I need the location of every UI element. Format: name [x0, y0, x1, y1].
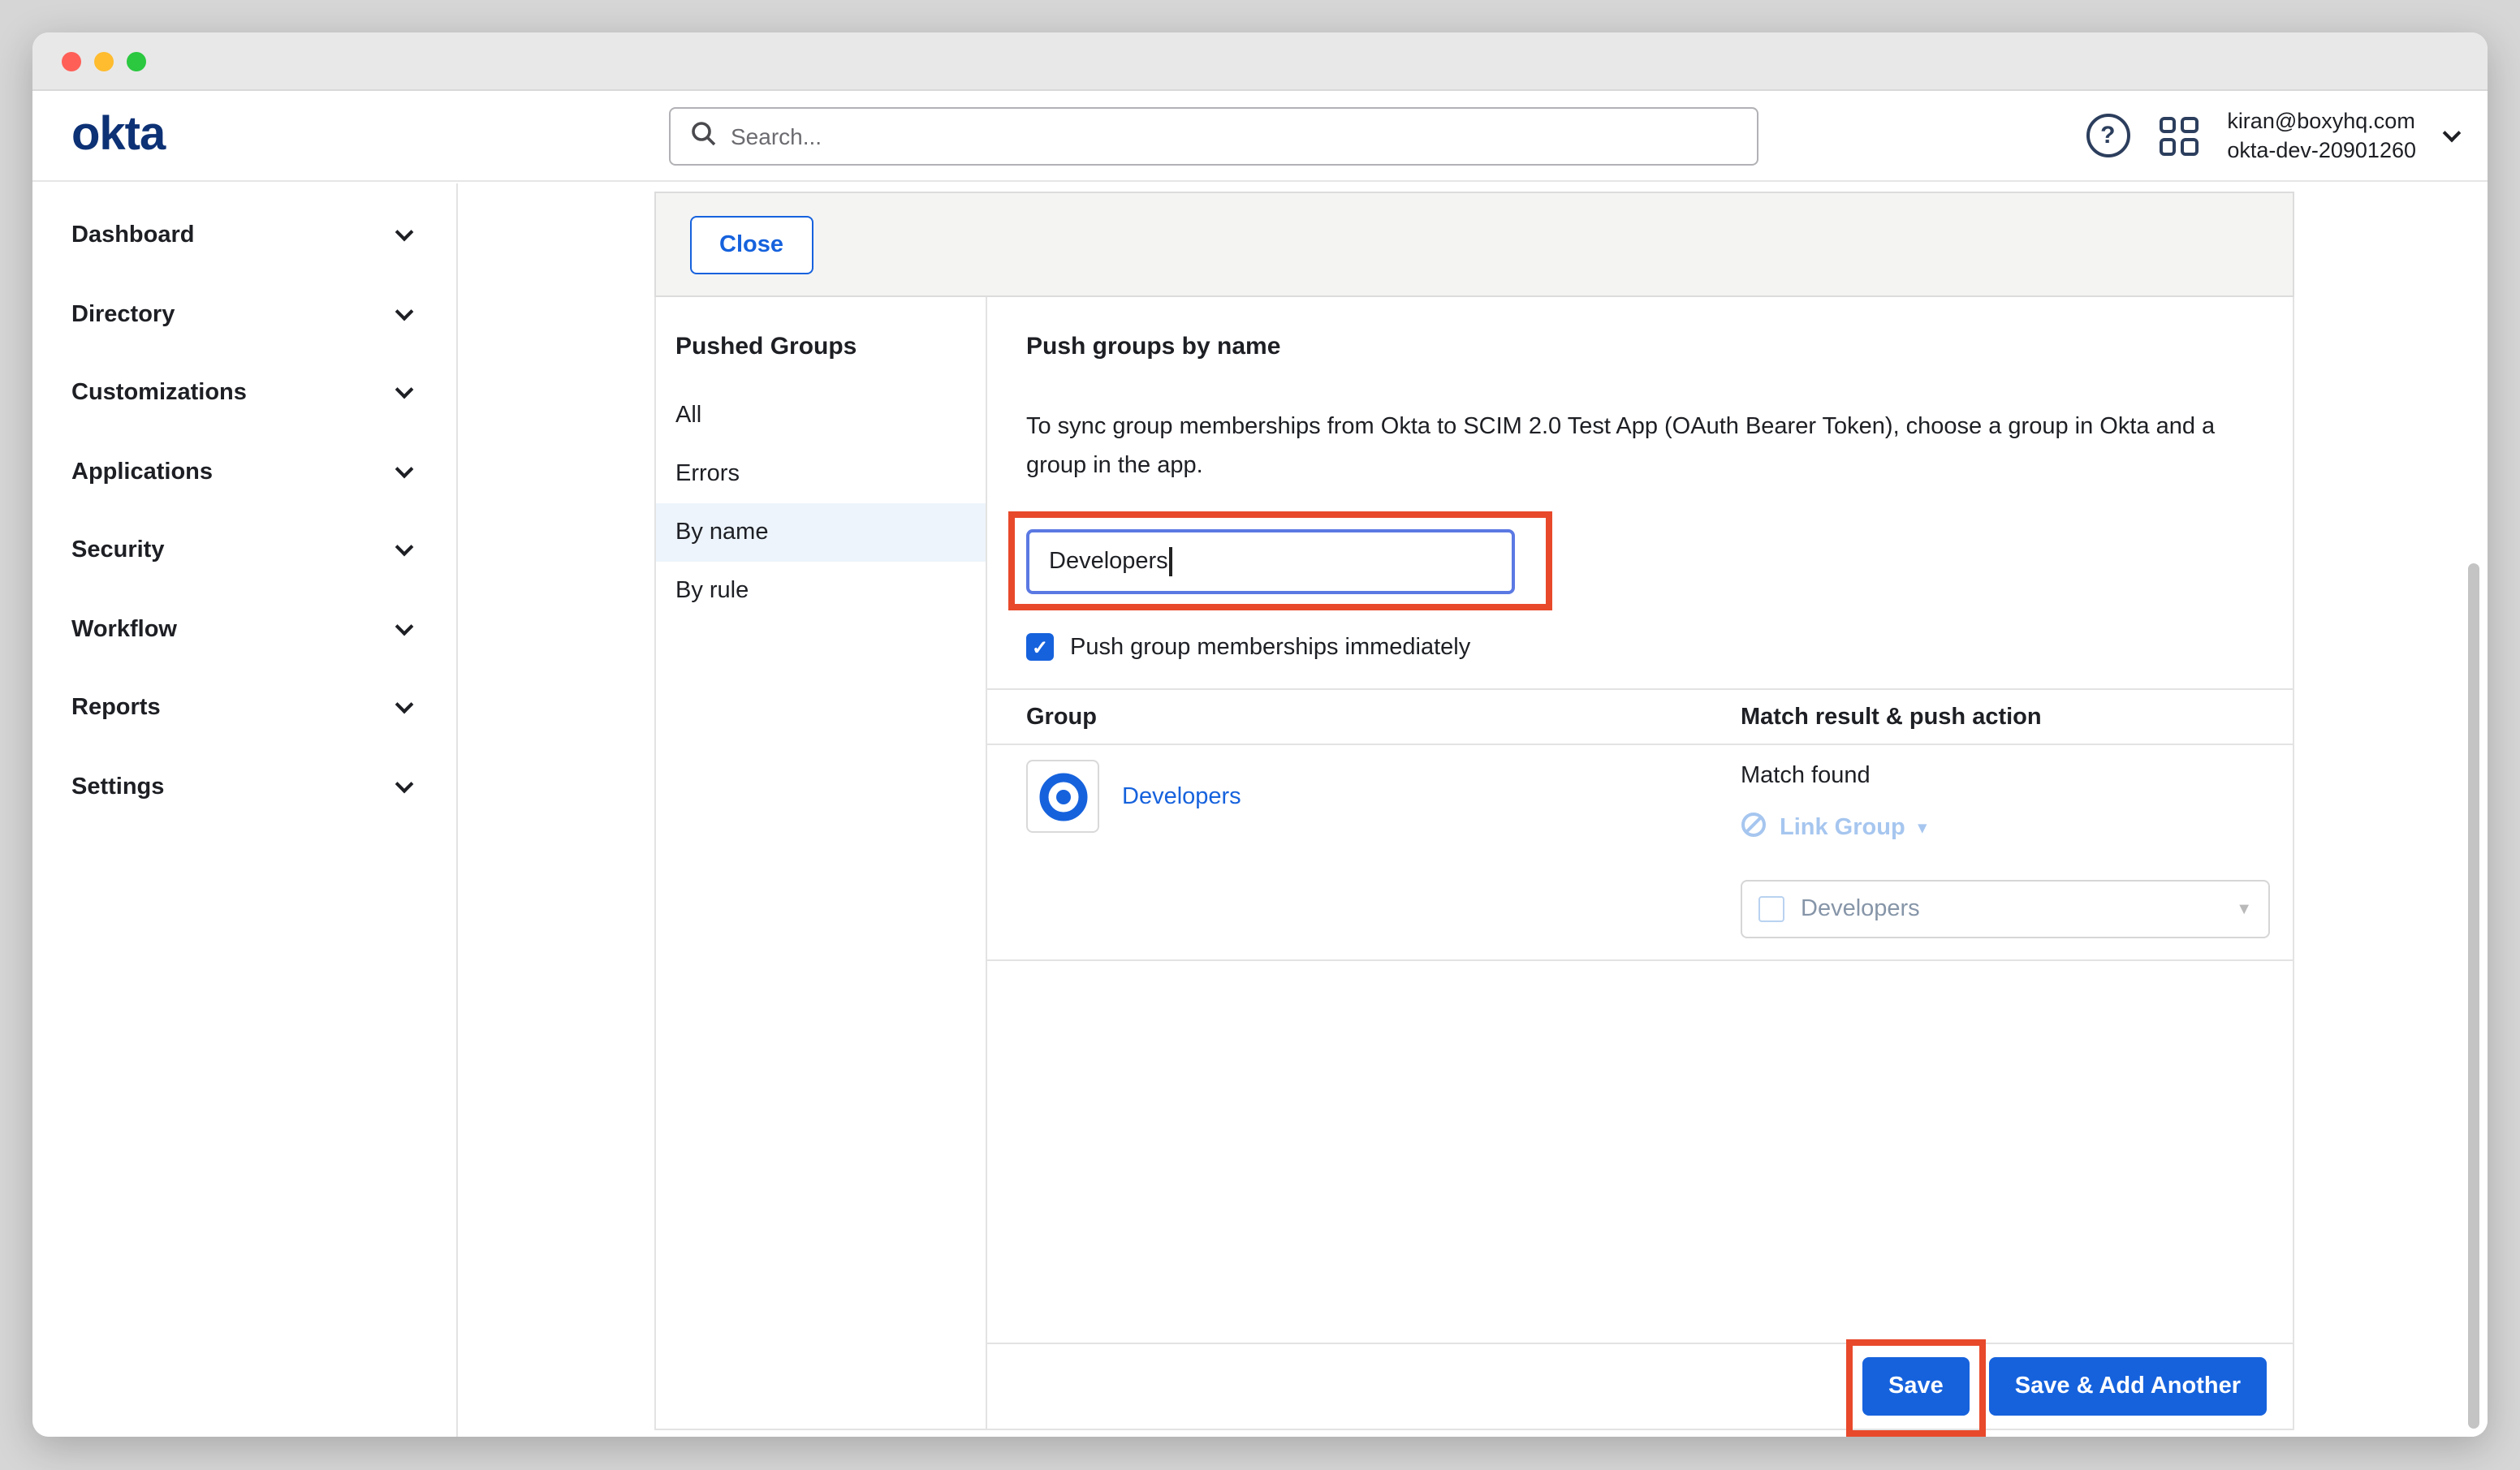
zoom-window-icon[interactable]	[127, 51, 146, 71]
main-content: Close Pushed Groups All Errors By name B…	[458, 183, 2488, 1437]
global-search[interactable]	[669, 107, 1758, 166]
top-header: okta ? kiran@boxyhq.com okt	[32, 91, 2488, 182]
chevron-down-icon	[395, 302, 414, 321]
group-cell: Developers	[987, 760, 1741, 833]
panel-footer: Save Save & Add Another	[987, 1343, 2293, 1429]
push-immediately-row: ✓ Push group memberships immediately	[1026, 633, 2293, 661]
app-body: Dashboard Directory Customizations Appli…	[32, 183, 2488, 1437]
org-name: okta-dev-20901260	[2227, 136, 2416, 164]
chevron-down-icon	[395, 223, 414, 242]
sidebar: Dashboard Directory Customizations Appli…	[32, 183, 458, 1437]
card-header: Close	[654, 192, 2294, 297]
match-status: Match found	[1741, 763, 2293, 789]
sidebar-item-directory[interactable]: Directory	[32, 275, 456, 354]
push-immediately-label: Push group memberships immediately	[1070, 634, 1470, 660]
desktop: okta ? kiran@boxyhq.com okt	[0, 0, 2520, 1470]
table-row: Developers Match found	[987, 745, 2293, 961]
link-group-icon	[1741, 812, 1767, 844]
save-add-another-button[interactable]: Save & Add Another	[1989, 1357, 2267, 1416]
push-by-name-panel: Push groups by name To sync group member…	[987, 297, 2293, 1429]
panel-title: Push groups by name	[1026, 330, 2293, 365]
sidebar-item-customizations[interactable]: Customizations	[32, 354, 456, 433]
minimize-window-icon[interactable]	[94, 51, 114, 71]
match-table: Group Match result & push action	[987, 688, 2293, 961]
tab-by-rule[interactable]: By rule	[656, 562, 986, 620]
header-actions: ? kiran@boxyhq.com okta-dev-20901260	[2086, 91, 2458, 180]
apps-grid-icon[interactable]	[2159, 116, 2198, 155]
link-group-dropdown[interactable]: Link Group ▾	[1741, 812, 2293, 844]
chevron-down-icon	[395, 696, 414, 714]
vertical-scrollbar[interactable]	[2468, 563, 2479, 1429]
group-name-input[interactable]: Developers	[1026, 528, 1515, 593]
action-caret-icon: ▾	[1918, 819, 1927, 837]
sidebar-item-dashboard[interactable]: Dashboard	[32, 196, 456, 275]
chevron-down-icon	[395, 381, 414, 399]
help-icon[interactable]: ?	[2086, 114, 2129, 157]
tab-errors[interactable]: Errors	[656, 445, 986, 503]
text-caret	[1170, 546, 1172, 575]
sidebar-item-workflow[interactable]: Workflow	[32, 590, 456, 669]
sidebar-item-security[interactable]: Security	[32, 511, 456, 590]
search-input[interactable]	[731, 123, 1737, 149]
empty-space	[987, 961, 2293, 1343]
user-caret-icon	[2443, 123, 2462, 142]
sidebar-item-reports[interactable]: Reports	[32, 669, 456, 748]
annotation-box-input: Developers	[1008, 511, 1552, 610]
panel-description: To sync group memberships from Okta to S…	[1026, 407, 2241, 485]
pushed-groups-title: Pushed Groups	[656, 320, 986, 386]
group-link[interactable]: Developers	[1122, 783, 1241, 809]
save-button[interactable]: Save	[1862, 1357, 1970, 1416]
user-menu[interactable]: kiran@boxyhq.com okta-dev-20901260	[2227, 107, 2416, 164]
user-email: kiran@boxyhq.com	[2227, 107, 2416, 136]
close-window-icon[interactable]	[62, 51, 81, 71]
browser-window: okta ? kiran@boxyhq.com okt	[32, 32, 2488, 1437]
window-titlebar	[32, 32, 2488, 91]
sidebar-item-applications[interactable]: Applications	[32, 433, 456, 511]
push-groups-card: Close Pushed Groups All Errors By name B…	[654, 192, 2294, 1430]
push-immediately-checkbox[interactable]: ✓	[1026, 633, 1054, 661]
select-caret-icon: ▼	[2236, 900, 2252, 918]
sidebar-item-settings[interactable]: Settings	[32, 748, 456, 826]
match-cell: Match found	[1741, 760, 2293, 959]
chevron-down-icon	[395, 459, 414, 478]
tab-all[interactable]: All	[656, 386, 986, 445]
okta-logo: okta	[71, 109, 165, 162]
group-swatch-icon	[1758, 896, 1784, 922]
group-okta-icon	[1026, 760, 1099, 833]
chevron-down-icon	[395, 538, 414, 557]
close-button[interactable]: Close	[690, 215, 813, 274]
chevron-down-icon	[395, 617, 414, 636]
column-group: Group	[987, 704, 1741, 730]
pushed-groups-nav: Pushed Groups All Errors By name By rule	[656, 297, 987, 1429]
selected-group: Developers	[1801, 896, 1920, 922]
table-header: Group Match result & push action	[987, 688, 2293, 745]
chevron-down-icon	[395, 774, 414, 793]
target-group-select[interactable]: Developers ▼	[1741, 880, 2270, 938]
search-icon	[690, 119, 716, 153]
tab-by-name[interactable]: By name	[656, 503, 986, 562]
column-match: Match result & push action	[1741, 704, 2293, 730]
